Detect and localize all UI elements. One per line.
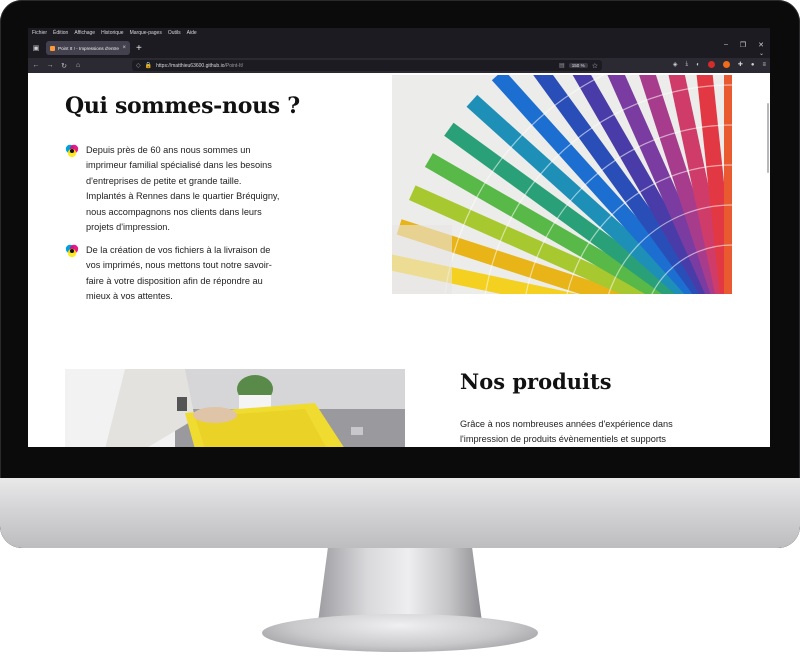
web-page: Qui sommes-nous ? Depuis près de 60 ans … bbox=[28, 73, 770, 447]
zoom-level[interactable]: 150 % bbox=[568, 63, 588, 68]
pocket-icon[interactable]: ◈ bbox=[673, 61, 678, 68]
about-bullet: Depuis près de 60 ans nous sommes un imp… bbox=[65, 143, 282, 235]
cmyk-dots-icon bbox=[65, 244, 79, 258]
scrollbar[interactable] bbox=[767, 103, 769, 173]
addon-icon[interactable] bbox=[722, 61, 730, 68]
maximize-icon[interactable]: ❐ bbox=[740, 41, 746, 49]
back-icon[interactable]: ← bbox=[32, 62, 40, 69]
menu-history[interactable]: Historique bbox=[101, 30, 124, 36]
download-icon[interactable]: ⤓ bbox=[686, 61, 689, 68]
menu-edit[interactable]: Édition bbox=[53, 30, 68, 36]
forward-icon[interactable]: → bbox=[46, 62, 54, 69]
about-paragraph-2: De la création de vos fichiers à la livr… bbox=[86, 245, 272, 302]
url-path: /Point-It/ bbox=[224, 62, 244, 69]
adblock-icon[interactable] bbox=[707, 61, 715, 68]
menu-icon[interactable]: ≡ bbox=[762, 62, 766, 68]
window-controls: – ❐ ✕ bbox=[724, 41, 764, 49]
reader-view-icon[interactable]: ▤ bbox=[559, 62, 565, 69]
tab-close-icon[interactable]: × bbox=[122, 45, 126, 51]
url-host: https://matthieu63600.github.io bbox=[156, 62, 225, 69]
reload-icon[interactable]: ↻ bbox=[60, 62, 68, 70]
monitor-screen: Fichier Édition Affichage Historique Mar… bbox=[28, 28, 770, 447]
tab-list-icon[interactable]: ▣ bbox=[28, 44, 44, 52]
account-icon[interactable]: ● bbox=[751, 62, 755, 68]
menu-help[interactable]: Aide bbox=[187, 30, 197, 36]
about-bullet: De la création de vos fichiers à la livr… bbox=[65, 243, 282, 305]
shield-icon[interactable]: ◇ bbox=[136, 62, 141, 69]
menu-tools[interactable]: Outils bbox=[168, 30, 181, 36]
print-work-photo bbox=[65, 369, 405, 447]
monitor-stand-base bbox=[262, 614, 538, 652]
home-icon[interactable]: ⌂ bbox=[74, 62, 82, 69]
tab-bar: ▣ Point It ! - Impressions d'entreprise … bbox=[28, 38, 770, 58]
monitor-chin bbox=[0, 478, 800, 548]
about-paragraph-1: Depuis près de 60 ans nous sommes un imp… bbox=[86, 145, 280, 233]
lock-icon[interactable]: 🔒 bbox=[145, 62, 152, 69]
close-window-icon[interactable]: ✕ bbox=[758, 41, 764, 49]
color-swatch-photo bbox=[392, 75, 732, 294]
navigation-bar: ← → ↻ ⌂ ◇ 🔒 https://matthieu63600.github… bbox=[28, 58, 770, 73]
tab-active[interactable]: Point It ! - Impressions d'entreprise × bbox=[46, 41, 130, 55]
products-title: Nos produits bbox=[460, 369, 612, 394]
menu-bar: Fichier Édition Affichage Historique Mar… bbox=[28, 28, 770, 38]
minimize-icon[interactable]: – bbox=[724, 41, 728, 49]
puzzle-icon[interactable]: ✚ bbox=[738, 61, 743, 68]
address-bar[interactable]: ◇ 🔒 https://matthieu63600.github.io/Poin… bbox=[132, 60, 602, 71]
tab-title: Point It ! - Impressions d'entreprise bbox=[58, 45, 119, 51]
about-title: Qui sommes-nous ? bbox=[65, 93, 300, 119]
favicon-icon bbox=[50, 45, 55, 51]
bookmark-star-icon[interactable]: ☆ bbox=[592, 62, 598, 70]
menu-file[interactable]: Fichier bbox=[32, 30, 47, 36]
toolbar-extensions: ◈ ⤓ ◐ ✚ ● ≡ bbox=[673, 61, 766, 68]
cmyk-dots-icon bbox=[65, 144, 79, 158]
monitor-stand-neck bbox=[318, 548, 482, 622]
menu-view[interactable]: Affichage bbox=[74, 30, 95, 36]
extension-icon[interactable]: ◐ bbox=[696, 62, 700, 68]
url-text: https://matthieu63600.github.io/Point-It… bbox=[156, 63, 555, 69]
chevron-down-icon[interactable]: ⌄ bbox=[759, 50, 764, 57]
products-intro: Grâce à nos nombreuses années d'expérien… bbox=[460, 419, 673, 445]
new-tab-icon[interactable]: + bbox=[136, 43, 142, 54]
menu-bookmarks[interactable]: Marque-pages bbox=[130, 30, 162, 36]
